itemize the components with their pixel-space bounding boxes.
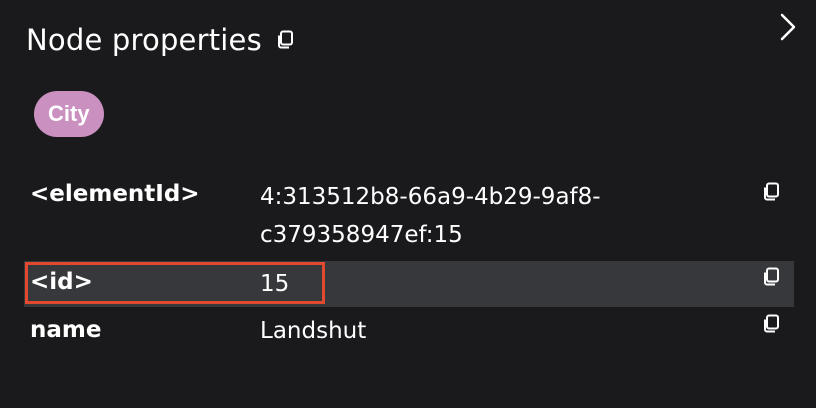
panel-title: Node properties [26,23,262,57]
property-row-name: name Landshut [24,308,794,354]
property-value: 15 [260,271,290,297]
property-key: name [30,317,102,343]
property-value: 4:313512b8-66a9-4b29-9af8- c379358947ef:… [260,178,700,254]
chevron-right-icon[interactable] [776,12,800,42]
property-key: <id> [30,269,93,295]
property-row-elementid: <elementId> 4:313512b8-66a9-4b29-9af8- c… [24,176,794,260]
property-value: Landshut [260,318,367,344]
copy-icon[interactable] [762,182,780,202]
copy-icon[interactable] [762,314,780,334]
copy-icon[interactable] [276,30,294,50]
property-key: <elementId> [30,181,200,207]
label-badge-city[interactable]: City [34,91,104,137]
property-value-line: 4:313512b8-66a9-4b29-9af8- [260,184,601,210]
panel-header: Node properties [26,20,294,60]
property-value-line: c379358947ef:15 [260,222,463,248]
node-properties-panel: Node properties City <elementId> 4:31351… [0,0,816,408]
property-row-id: <id> 15 [24,261,794,307]
copy-icon[interactable] [762,267,780,287]
